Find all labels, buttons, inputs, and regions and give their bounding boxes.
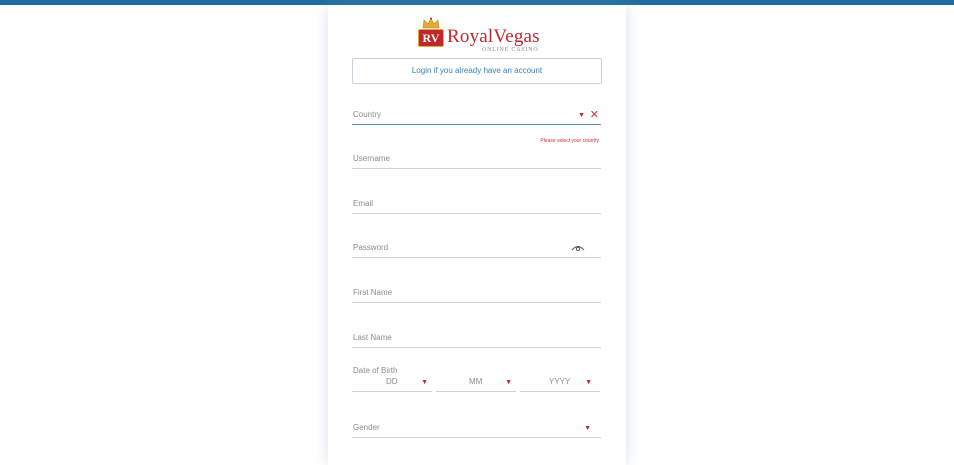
password-label: Password (353, 243, 389, 252)
registration-panel: RV RoyalVegas ONLINE CASINO Login if you… (328, 5, 626, 465)
chevron-down-icon: ▼ (585, 379, 592, 386)
eye-icon[interactable] (571, 244, 585, 252)
login-existing-account-button[interactable]: Login if you already have an account (352, 58, 602, 84)
country-label: Country (353, 110, 382, 119)
username-label: Username (353, 154, 390, 163)
email-field[interactable]: Email (352, 193, 601, 214)
first-name-label: First Name (353, 288, 393, 297)
dob-day-placeholder: DD (386, 377, 398, 386)
username-field[interactable]: Username (352, 148, 601, 169)
password-field[interactable]: Password (352, 237, 601, 258)
gender-label: Gender (353, 423, 380, 432)
country-select[interactable]: Country ▼ ✕ (352, 103, 601, 125)
royal-vegas-logo: RV RoyalVegas ONLINE CASINO (418, 17, 540, 53)
last-name-field[interactable]: Last Name (352, 327, 601, 348)
logo-badge: RV (418, 29, 444, 47)
country-error-message: Please select your country (540, 138, 599, 144)
last-name-label: Last Name (353, 333, 392, 342)
email-label: Email (353, 199, 374, 208)
logo-wordmark: RoyalVegas (447, 26, 540, 47)
dob-year-select[interactable]: YYYY ▼ (520, 373, 600, 392)
chevron-down-icon: ▼ (584, 425, 591, 432)
clear-icon[interactable]: ✕ (590, 110, 599, 121)
first-name-field[interactable]: First Name (352, 282, 601, 303)
dob-month-placeholder: MM (469, 377, 483, 386)
dob-day-select[interactable]: DD ▼ (352, 373, 432, 392)
dob-year-placeholder: YYYY (549, 377, 571, 386)
gender-select[interactable]: Gender ▼ (352, 417, 601, 438)
chevron-down-icon: ▼ (421, 379, 428, 386)
logo-tagline: ONLINE CASINO (482, 47, 539, 53)
crown-icon (422, 17, 440, 29)
chevron-down-icon: ▼ (505, 379, 512, 386)
dob-month-select[interactable]: MM ▼ (436, 373, 516, 392)
chevron-down-icon: ▼ (578, 112, 585, 119)
